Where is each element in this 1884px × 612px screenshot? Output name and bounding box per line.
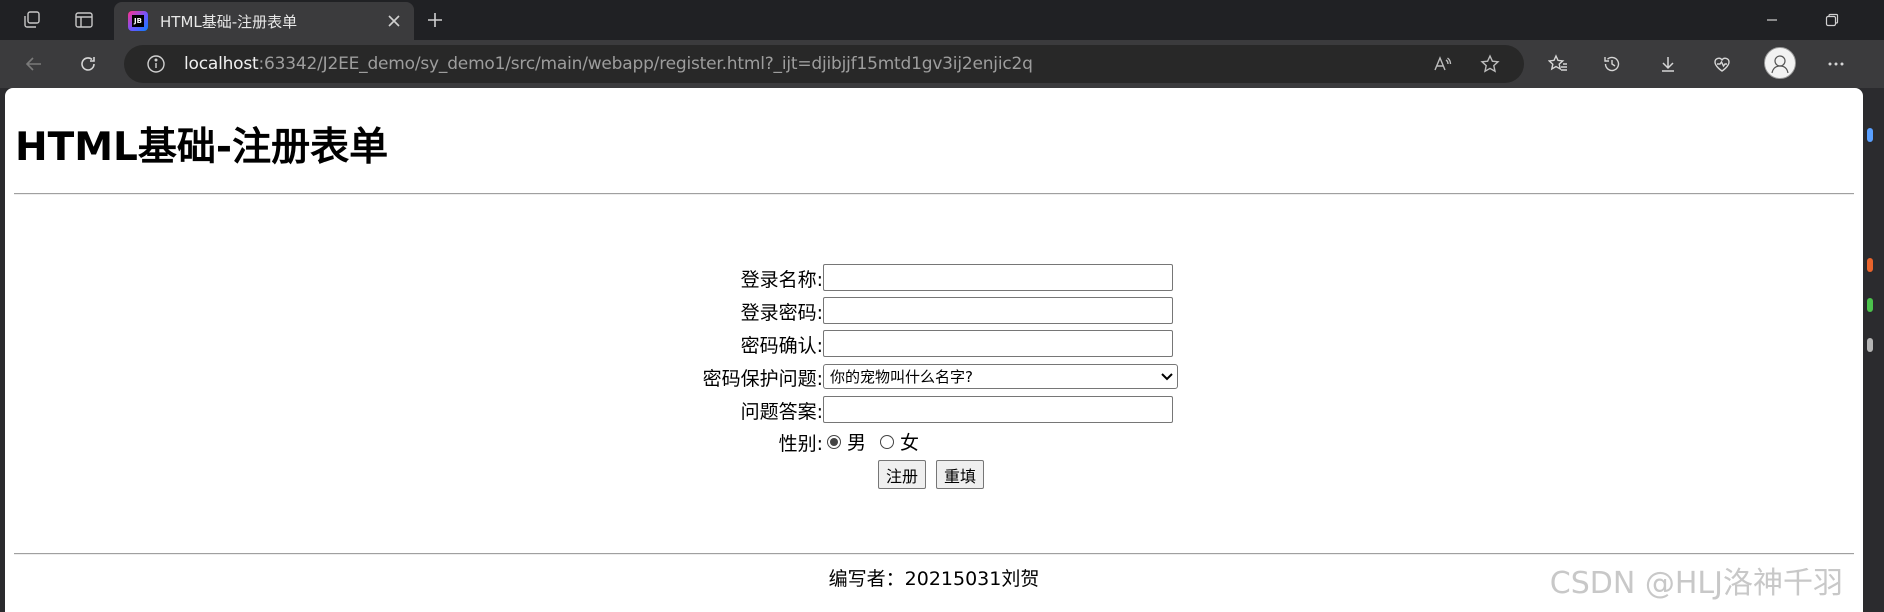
- watermark: CSDN @HLJ洛神千羽: [1549, 566, 1843, 601]
- gender-radio-group: 男 女: [827, 428, 933, 455]
- login-name-label: 登录名称:: [740, 269, 823, 291]
- answer-label: 问题答案:: [740, 401, 823, 423]
- row-security-question: 密码保护问题: 你的宠物叫什么名字?: [5, 361, 1863, 391]
- chevron-down-icon: [1157, 372, 1177, 381]
- confirm-password-input[interactable]: [823, 330, 1173, 357]
- tab-active[interactable]: JB HTML基础-注册表单: [114, 2, 414, 40]
- security-question-label: 密码保护问题:: [702, 368, 823, 390]
- row-buttons: 注册 重填: [5, 458, 1863, 489]
- history-icon[interactable]: [1594, 48, 1630, 80]
- edge-sidebar-strip: [1863, 88, 1884, 612]
- register-button[interactable]: 注册: [878, 460, 927, 489]
- gender-male-label[interactable]: 男: [847, 428, 866, 455]
- refresh-icon[interactable]: [70, 48, 106, 80]
- gender-female-label[interactable]: 女: [900, 428, 919, 455]
- row-gender: 性别: 男 女: [5, 426, 1863, 456]
- info-icon[interactable]: [144, 52, 168, 76]
- row-password: 登录密码:: [5, 295, 1863, 325]
- sidebar-app-icon[interactable]: [1867, 128, 1873, 142]
- favorite-star-icon[interactable]: [1474, 48, 1506, 80]
- url-text[interactable]: localhost:63342/J2EE_demo/sy_demo1/src/m…: [184, 54, 1033, 74]
- gender-female-radio[interactable]: [880, 434, 895, 449]
- browser-essentials-icon[interactable]: [1704, 48, 1740, 80]
- more-menu-icon[interactable]: [1818, 48, 1854, 80]
- confirm-password-label: 密码确认:: [740, 335, 823, 357]
- sidebar-app-icon[interactable]: [1867, 298, 1873, 312]
- jetbrains-icon: JB: [128, 11, 148, 31]
- divider-top: [14, 193, 1854, 195]
- url-host: localhost: [184, 54, 259, 74]
- sidebar-app-icon[interactable]: [1867, 338, 1873, 352]
- row-confirm: 密码确认:: [5, 328, 1863, 358]
- read-aloud-icon[interactable]: [1426, 48, 1458, 80]
- new-tab-button[interactable]: [418, 6, 452, 34]
- tab-title: HTML基础-注册表单: [160, 12, 298, 31]
- back-icon[interactable]: [16, 48, 52, 80]
- browser-toolbar: localhost:63342/J2EE_demo/sy_demo1/src/m…: [0, 40, 1884, 88]
- password-label: 登录密码:: [740, 302, 823, 324]
- reset-button[interactable]: 重填: [936, 460, 985, 489]
- security-question-selected: 你的宠物叫什么名字?: [830, 368, 973, 386]
- gender-male-radio[interactable]: [827, 434, 841, 449]
- row-answer: 问题答案:: [5, 394, 1863, 424]
- answer-input[interactable]: [823, 396, 1173, 423]
- security-question-select[interactable]: 你的宠物叫什么名字?: [823, 364, 1178, 389]
- tab-close-icon[interactable]: [380, 7, 408, 35]
- page-viewport: HTML基础-注册表单 登录名称: 登录密码: 密码确认: 密码保护问题: 你的…: [5, 88, 1863, 612]
- profile-avatar[interactable]: [1764, 47, 1796, 79]
- row-login-name: 登录名称:: [5, 262, 1863, 292]
- gender-label: 性别:: [778, 433, 823, 455]
- minimize-icon[interactable]: [1744, 0, 1800, 40]
- tab-actions-icon[interactable]: [64, 6, 104, 34]
- login-name-input[interactable]: [823, 264, 1173, 291]
- sidebar-app-icon[interactable]: [1867, 258, 1873, 272]
- divider-bottom: [14, 553, 1854, 555]
- page-title: HTML基础-注册表单: [15, 125, 389, 170]
- password-input[interactable]: [823, 297, 1173, 324]
- browser-titlebar: JB HTML基础-注册表单: [0, 0, 1884, 40]
- favorites-icon[interactable]: [1540, 48, 1576, 80]
- workspaces-icon[interactable]: [12, 6, 52, 34]
- restore-icon[interactable]: [1804, 0, 1860, 40]
- url-rest: :63342/J2EE_demo/sy_demo1/src/main/webap…: [258, 54, 1033, 74]
- downloads-icon[interactable]: [1650, 48, 1686, 80]
- address-bar[interactable]: localhost:63342/J2EE_demo/sy_demo1/src/m…: [124, 45, 1524, 83]
